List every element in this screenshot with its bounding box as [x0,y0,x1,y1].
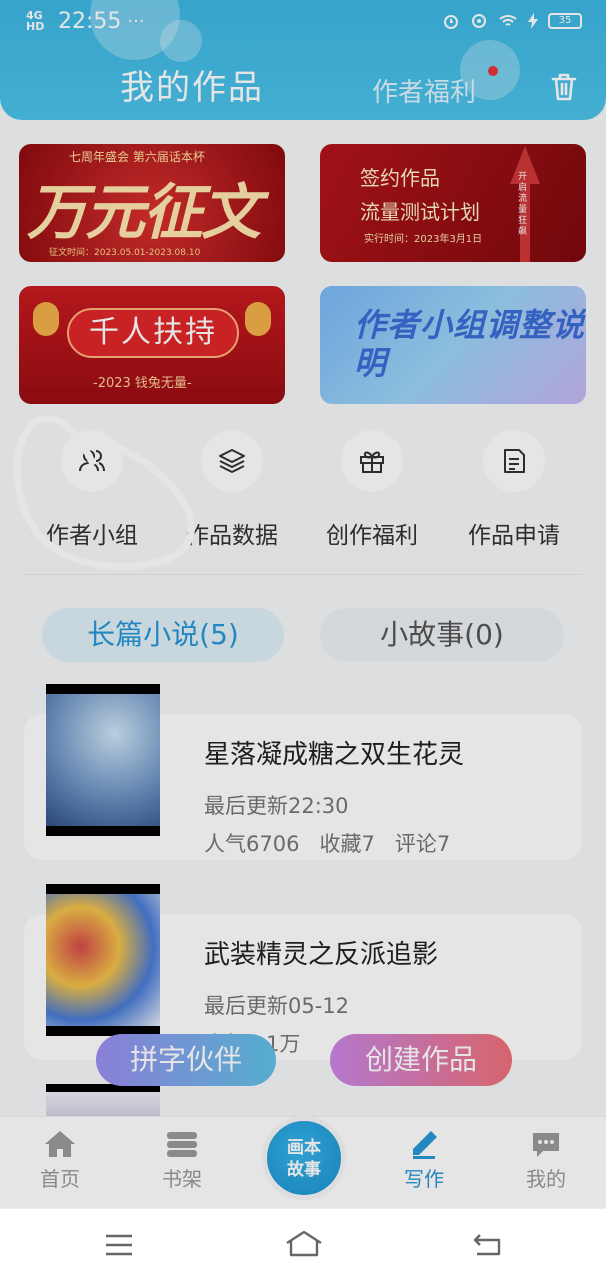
shortcut-label: 作品数据 [186,523,278,549]
nav-label: 我的 [526,1167,566,1191]
book-cover[interactable] [46,884,160,1036]
picture-story-button[interactable]: 画本 故事 [262,1116,346,1200]
banner-line2: 流量测试计划 [360,200,480,224]
status-bar: 4G HD 22:55 ··· 35 [26,6,582,36]
tab-long-novel[interactable]: 长篇小说(5) [42,608,284,662]
book-title[interactable]: 星落凝成糖之双生花灵 [204,734,464,771]
nav-home[interactable]: 首页 [20,1129,100,1192]
cover-art [46,694,160,826]
nav-label: 书架 [162,1167,202,1191]
layers-icon [219,449,245,473]
book-comments: 评论7 [394,832,451,856]
book-title[interactable]: 武装精灵之反派追影 [204,934,438,971]
notification-dot [488,66,498,76]
divider [24,574,582,575]
shortcut-label: 作品申请 [468,523,560,549]
nav-shelf[interactable]: 书架 [142,1129,222,1192]
book-stats: 人气6706 收藏7 评论7 [204,828,450,858]
banner-date: 征文时间：2023.05.01-2023.08.10 [49,248,201,258]
banner-line1: 签约作品 [360,166,440,190]
lantern-icon [245,302,271,336]
banner-main-text: 万元征文 [27,178,261,248]
banner-main-text: 千人扶持 [67,308,239,358]
nav-label: 首页 [40,1167,80,1191]
word-partner-button[interactable]: 拼字伙伴 [96,1034,276,1086]
book-update-time: 最后更新05-12 [204,994,350,1018]
charging-icon [528,13,538,29]
gift-icon [360,451,384,473]
center-label-line1: 画本 [287,1138,321,1158]
book-cover[interactable] [46,684,160,836]
banner-thousand-support[interactable]: 千人扶持 -2023 钱兔无量- [19,286,285,404]
home-nav-icon[interactable] [284,1229,324,1259]
alarm-icon [444,15,458,29]
document-icon [504,449,525,473]
page-title: 我的作品 [120,68,264,108]
banner-group-notice[interactable]: 作者小组调整说明 [320,286,586,404]
shortcut-work-apply[interactable]: 作品申请 [444,430,584,550]
chat-bubble-icon [533,1133,559,1157]
banner-side-text: 开启流量狂飙 [518,172,528,237]
status-icons: 35 [442,12,582,30]
shortcut-circle [483,430,545,492]
author-welfare-link[interactable]: 作者福利 [372,72,476,109]
nav-mine[interactable]: 我的 [506,1129,586,1192]
shortcut-work-data[interactable]: 作品数据 [162,430,302,550]
tab-short-story[interactable]: 小故事(0) [320,608,564,662]
book-update-time: 最后更新22:30 [204,794,349,818]
shortcut-label: 创作福利 [326,523,418,549]
nav-label: 写作 [404,1167,444,1191]
header: 4G HD 22:55 ··· 35 我的作品 作者福利 [0,0,606,120]
cover-art [46,894,160,1026]
pen-icon [413,1131,437,1159]
lantern-icon [33,302,59,336]
shortcut-creation-welfare[interactable]: 创作福利 [302,430,442,550]
shortcut-circle [201,430,263,492]
status-dots: ··· [127,10,145,32]
banner-traffic-test[interactable]: 签约作品 流量测试计划 实行时间：2023年3月1日 开启流量狂飙 [320,144,586,262]
menu-icon[interactable] [104,1233,134,1257]
shortcut-circle [341,430,403,492]
settings-icon [472,14,486,28]
banner-subtitle: -2023 钱兔无量- [93,376,192,391]
book-favorites: 收藏7 [319,832,375,856]
app-root: 4G HD 22:55 ··· 35 我的作品 作者福利 七周年盛会 第六届话本… [0,0,606,1280]
system-nav-bar [0,1208,606,1280]
banner-main-text: 作者小组调整说明 [354,306,586,382]
bookshelf-icon [167,1132,197,1157]
banner-essay-contest[interactable]: 七周年盛会 第六届话本杯 万元征文 征文时间：2023.05.01-2023.0… [19,144,285,262]
book-popularity: 人气6706 [204,832,300,856]
back-icon[interactable] [472,1231,504,1257]
banner-subtitle: 七周年盛会 第六届话本杯 [69,150,205,164]
nav-write[interactable]: 写作 [384,1129,464,1192]
wifi-icon [499,15,517,26]
center-label-line2: 故事 [287,1160,321,1180]
battery-icon: 35 [548,13,582,29]
banner-date: 实行时间：2023年3月1日 [364,234,483,245]
home-icon [45,1131,75,1157]
status-time: 22:55 [58,8,122,34]
shortcut-circle [61,430,123,492]
trash-icon[interactable] [550,72,578,102]
network-indicator: 4G HD [26,9,45,33]
create-work-button[interactable]: 创建作品 [330,1034,512,1086]
shortcut-label: 作者小组 [46,523,138,549]
shortcut-author-group[interactable]: 作者小组 [22,430,162,550]
people-icon [79,450,105,472]
